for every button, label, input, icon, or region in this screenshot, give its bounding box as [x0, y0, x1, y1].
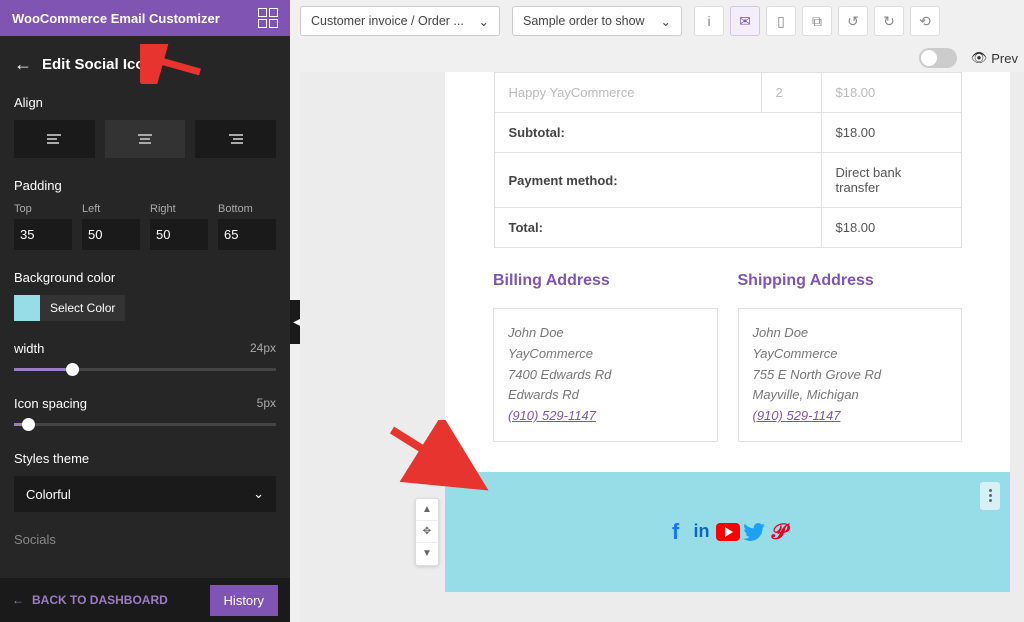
width-slider[interactable]: [14, 362, 276, 376]
twitter-icon[interactable]: [742, 520, 766, 544]
app-title: WooCommerce Email Customizer: [12, 11, 220, 26]
pad-top-input[interactable]: [14, 219, 72, 250]
width-label: width: [14, 341, 44, 356]
billing-address-box: John Doe YayCommerce 7400 Edwards Rd Edw…: [493, 308, 718, 442]
page-view-icon-button[interactable]: ▯: [766, 6, 796, 36]
pad-right-input[interactable]: [150, 219, 208, 250]
preview-button[interactable]: 👁 Prev: [971, 50, 1018, 66]
align-right-button[interactable]: [195, 120, 276, 158]
spacing-value: 5px: [257, 396, 276, 411]
move-up-icon[interactable]: ▲: [416, 499, 438, 521]
socials-section-label: Socials: [0, 522, 290, 549]
pad-top-label: Top: [14, 203, 72, 215]
sidebar-header: WooCommerce Email Customizer: [0, 0, 290, 36]
block-more-menu[interactable]: [980, 482, 1000, 510]
sample-order-dropdown[interactable]: Sample order to show⌄: [512, 6, 682, 36]
eye-icon: 👁: [971, 50, 988, 66]
color-swatch: [14, 295, 40, 321]
history-button[interactable]: History: [210, 585, 278, 616]
pad-left-label: Left: [82, 203, 140, 215]
back-arrow-icon[interactable]: ←: [14, 54, 32, 75]
billing-phone-link[interactable]: (910) 529-1147: [508, 408, 596, 423]
order-summary-table: Happy YayCommerce2$18.00 Subtotal:$18.00…: [494, 72, 962, 248]
shipping-phone-link[interactable]: (910) 529-1147: [753, 408, 841, 423]
pad-left-input[interactable]: [82, 219, 140, 250]
styles-theme-label: Styles theme: [14, 451, 276, 466]
spacing-label: Icon spacing: [14, 396, 87, 411]
block-float-controls: ▲ ✥ ▼: [415, 498, 439, 566]
copy-icon-button[interactable]: ⧉: [802, 6, 832, 36]
preview-canvas: Happy YayCommerce2$18.00 Subtotal:$18.00…: [300, 72, 1024, 622]
styles-theme-value: Colorful: [26, 487, 71, 502]
table-row: Payment method:Direct bank transfer: [494, 153, 961, 208]
apps-icon[interactable]: [258, 8, 278, 28]
table-row: Total:$18.00: [494, 208, 961, 248]
undo-icon-button[interactable]: ↺: [838, 6, 868, 36]
chevron-down-icon: ⌄: [253, 486, 264, 502]
back-to-dashboard-link[interactable]: ← BACK TO DASHBOARD: [12, 593, 168, 607]
top-toolbar: Customer invoice / Order ...⌄ Sample ord…: [300, 6, 1018, 36]
arrow-left-icon: ←: [12, 593, 24, 607]
chevron-down-icon: ⌄: [479, 14, 489, 29]
pad-right-label: Right: [150, 203, 208, 215]
width-value: 24px: [250, 341, 276, 356]
chevron-down-icon: ⌄: [661, 14, 671, 29]
bg-color-picker[interactable]: Select Color: [14, 295, 125, 321]
move-down-icon[interactable]: ▼: [416, 543, 438, 565]
pad-bottom-input[interactable]: [218, 219, 276, 250]
email-template-dropdown[interactable]: Customer invoice / Order ...⌄: [300, 6, 500, 36]
spacing-slider[interactable]: [14, 417, 276, 431]
table-row: Happy YayCommerce2$18.00: [494, 73, 961, 113]
bg-color-label: Background color: [14, 270, 276, 285]
linkedin-icon[interactable]: in: [690, 520, 714, 544]
facebook-icon[interactable]: f: [664, 520, 688, 544]
shipping-address-box: John Doe YayCommerce 755 E North Grove R…: [738, 308, 963, 442]
styles-theme-select[interactable]: Colorful ⌄: [14, 476, 276, 512]
pinterest-icon[interactable]: 𝒫: [768, 520, 792, 544]
youtube-icon[interactable]: [716, 520, 740, 544]
drag-move-icon[interactable]: ✥: [416, 521, 438, 543]
toggle-switch[interactable]: [919, 48, 957, 68]
billing-address-title: Billing Address: [493, 272, 718, 290]
panel-title-row: ← Edit Social Icon: [0, 36, 290, 85]
padding-label: Padding: [14, 178, 276, 193]
social-icons-block[interactable]: ▲ ✥ ▼ f in 𝒫: [445, 472, 1010, 592]
table-row: Subtotal:$18.00: [494, 113, 961, 153]
align-center-button[interactable]: [105, 120, 186, 158]
email-preview: Happy YayCommerce2$18.00 Subtotal:$18.00…: [445, 72, 1010, 592]
redo-icon-button[interactable]: ↻: [874, 6, 904, 36]
pad-bottom-label: Bottom: [218, 203, 276, 215]
select-color-text: Select Color: [40, 301, 125, 315]
settings-sidebar: WooCommerce Email Customizer ← Edit Soci…: [0, 0, 290, 622]
email-view-icon-button[interactable]: ✉: [730, 6, 760, 36]
panel-title: Edit Social Icon: [42, 56, 154, 73]
align-left-button[interactable]: [14, 120, 95, 158]
align-label: Align: [14, 95, 276, 110]
reset-icon-button[interactable]: ⟲: [910, 6, 940, 36]
shipping-address-title: Shipping Address: [738, 272, 963, 290]
info-icon-button[interactable]: i: [694, 6, 724, 36]
